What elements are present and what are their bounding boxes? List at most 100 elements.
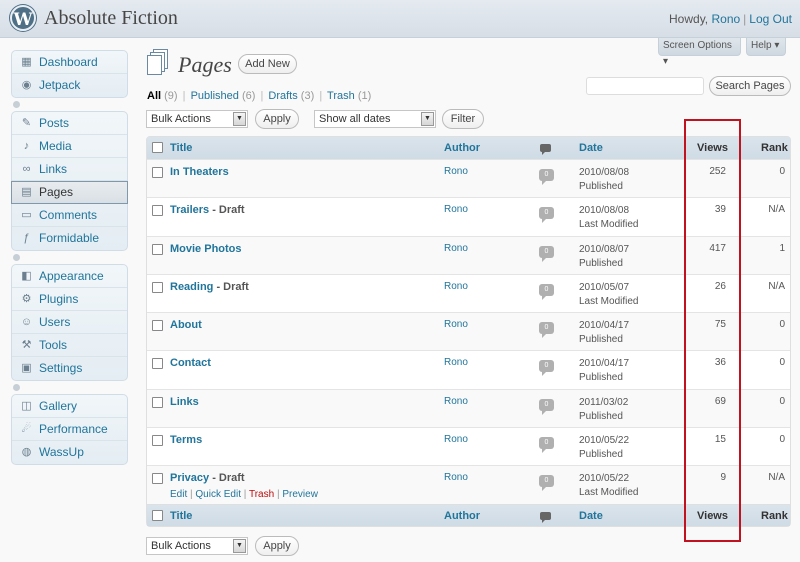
comments-icon: ▭ [21, 208, 32, 221]
bulk-actions-value: Bulk Actions [151, 113, 211, 125]
column-date[interactable]: Date [579, 505, 603, 527]
user-info: Howdy, Rono | Log Out [669, 12, 792, 26]
filter-all-link[interactable]: All [147, 90, 161, 102]
screen-options-button[interactable]: Screen Options ▾ [658, 38, 741, 67]
author-link[interactable]: Rono [444, 243, 468, 254]
menu-item-plugins[interactable]: ⚙ Plugins [12, 288, 127, 311]
menu-item-media[interactable]: ♪ Media [12, 135, 127, 158]
column-author[interactable]: Author [444, 137, 480, 159]
filter-drafts-link[interactable]: Drafts [268, 90, 297, 102]
row-checkbox[interactable] [152, 320, 163, 332]
menu-item-dashboard[interactable]: ▦ Dashboard [12, 51, 127, 74]
row-checkbox[interactable] [152, 167, 163, 178]
comments-column-icon[interactable] [540, 511, 551, 523]
site-title[interactable]: Absolute Fiction [44, 7, 178, 30]
row-checkbox[interactable] [152, 473, 163, 485]
date-cell: 2010/05/22 Last Modified [579, 472, 638, 500]
menu-separator [11, 251, 128, 264]
page-title-link[interactable]: Links [170, 396, 199, 408]
comment-count-icon[interactable]: 0 [539, 322, 554, 339]
menu-item-performance[interactable]: ☄ Performance [12, 418, 127, 441]
search-pages-input[interactable] [586, 77, 704, 95]
comment-count-icon[interactable]: 0 [539, 207, 554, 224]
edit-link[interactable]: Edit [170, 489, 187, 500]
date-cell: 2010/08/08 Last Modified [579, 204, 638, 232]
quick-edit-link[interactable]: Quick Edit [195, 489, 241, 500]
date-filter-select[interactable]: Show all dates ▼ [314, 110, 436, 128]
menu-item-tools[interactable]: ⚒ Tools [12, 334, 127, 357]
page-title-link[interactable]: Privacy - Draft [170, 472, 245, 484]
row-checkbox[interactable] [152, 243, 163, 255]
author-link[interactable]: Rono [444, 357, 468, 368]
add-new-button[interactable]: Add New [238, 54, 297, 74]
filter-published-link[interactable]: Published [191, 90, 239, 102]
menu-item-posts[interactable]: ✎ Posts [12, 112, 127, 135]
row-checkbox[interactable] [152, 205, 163, 217]
author-link[interactable]: Rono [444, 281, 468, 292]
page-title-link[interactable]: Movie Photos [170, 243, 242, 255]
date-cell: 2010/04/17 Published [579, 357, 629, 385]
menu-item-pages[interactable]: ▤ Pages [11, 181, 128, 204]
author-link[interactable]: Rono [444, 472, 468, 483]
page-title-link[interactable]: Reading - Draft [170, 281, 249, 293]
page-title-link[interactable]: Trailers - Draft [170, 204, 245, 216]
author-link[interactable]: Rono [444, 166, 468, 177]
title-text: In Theaters [170, 166, 229, 178]
search-pages-button[interactable]: Search Pages [709, 76, 791, 96]
column-title[interactable]: Title [170, 505, 192, 527]
column-rank[interactable]: Rank [761, 505, 788, 527]
page-title-link[interactable]: About [170, 319, 202, 331]
bulk-actions-select-bottom[interactable]: Bulk Actions ▼ [146, 537, 248, 555]
menu-item-users[interactable]: ☺ Users [12, 311, 127, 334]
menu-item-gallery[interactable]: ◫ Gallery [12, 395, 127, 418]
comment-count-icon[interactable]: 0 [539, 245, 554, 262]
user-name-link[interactable]: Rono [711, 12, 740, 26]
bulk-actions-select[interactable]: Bulk Actions ▼ [146, 110, 248, 128]
row-checkbox[interactable] [152, 435, 163, 447]
status-filter-links: All (9) | Published (6) | Drafts (3) | T… [147, 90, 371, 102]
apply-button-bottom[interactable]: Apply [255, 536, 299, 556]
menu-group: ◫ Gallery ☄ Performance ◍ WassUp [11, 394, 128, 465]
select-all-checkbox[interactable] [152, 142, 163, 153]
preview-link[interactable]: Preview [282, 489, 318, 500]
page-title-link[interactable]: Terms [170, 434, 202, 446]
menu-item-settings[interactable]: ▣ Settings [12, 357, 127, 380]
column-rank[interactable]: Rank [761, 137, 788, 159]
filter-button[interactable]: Filter [442, 109, 484, 129]
row-checkbox[interactable] [152, 396, 163, 408]
comments-column-icon[interactable] [540, 144, 551, 155]
menu-item-formidable[interactable]: ƒ Formidable [12, 227, 127, 250]
page-title-link[interactable]: In Theaters [170, 166, 229, 178]
filter-trash-link[interactable]: Trash [327, 90, 355, 102]
menu-item-jetpack[interactable]: ◉ Jetpack [12, 74, 127, 97]
menu-item-links[interactable]: ∞ Links [12, 158, 127, 181]
views-column-highlight [684, 119, 741, 542]
comment-count-icon[interactable]: 0 [539, 475, 554, 492]
menu-item-comments[interactable]: ▭ Comments [12, 204, 127, 227]
comment-count-icon[interactable]: 0 [539, 169, 554, 185]
date-cell: 2010/05/07 Last Modified [579, 281, 638, 309]
apply-button[interactable]: Apply [255, 109, 299, 129]
help-button[interactable]: Help ▾ [746, 38, 786, 56]
logout-link[interactable]: Log Out [749, 12, 792, 26]
author-link[interactable]: Rono [444, 204, 468, 215]
trash-link[interactable]: Trash [249, 489, 274, 500]
column-author[interactable]: Author [444, 505, 480, 527]
comment-count-icon[interactable]: 0 [539, 360, 554, 377]
row-checkbox[interactable] [152, 281, 163, 293]
status-suffix: - Draft [213, 280, 249, 293]
comment-count-icon[interactable]: 0 [539, 398, 554, 415]
column-date[interactable]: Date [579, 137, 603, 159]
wordpress-logo-icon[interactable]: W [10, 5, 36, 31]
page-title-link[interactable]: Contact [170, 357, 211, 369]
row-checkbox[interactable] [152, 358, 163, 370]
author-link[interactable]: Rono [444, 396, 468, 407]
author-link[interactable]: Rono [444, 319, 468, 330]
author-link[interactable]: Rono [444, 434, 468, 445]
comment-count-icon[interactable]: 0 [539, 283, 554, 300]
column-title[interactable]: Title [170, 137, 192, 159]
menu-item-wassup[interactable]: ◍ WassUp [12, 441, 127, 464]
comment-count-icon[interactable]: 0 [539, 437, 554, 454]
select-all-checkbox[interactable] [152, 509, 163, 521]
menu-item-appearance[interactable]: ◧ Appearance [12, 265, 127, 288]
